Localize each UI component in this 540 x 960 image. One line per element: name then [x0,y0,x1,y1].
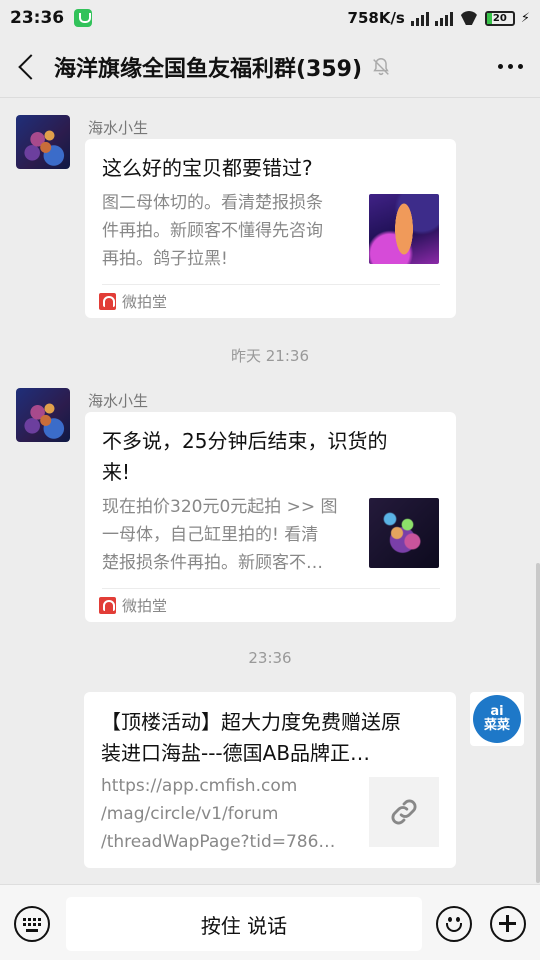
card-desc-line: 一母体，自己缸里拍的! 看清 [102,525,319,545]
link-title-line: 【顶楼活动】超大力度免费赠送原 [101,710,401,734]
card-thumbnail [369,498,439,568]
wifi-icon [459,11,479,25]
link-card[interactable]: 【顶楼活动】超大力度免费赠送原 装进口海盐---德国AB品牌正… https:/… [84,692,456,868]
avatar[interactable] [16,388,70,442]
card-title: 这么好的宝贝都要错过? [102,156,313,180]
avatar-text: 菜菜 [483,718,510,733]
source-label: 微拍堂 [122,597,168,615]
more-options-icon[interactable] [480,36,540,98]
chat-title[interactable]: 海洋旗缘全国鱼友福利群(359) [54,51,362,83]
card-divider [102,284,440,285]
card-thumbnail [369,194,439,264]
status-bar: 23:36 758K/s 20 ⚡ [0,0,540,36]
mute-bell-icon [373,57,389,75]
weipaitang-icon [99,293,116,310]
link-url-line: /mag/circle/v1/forum [101,804,279,824]
status-time: 23:36 [10,8,65,28]
card-title-line: 来! [102,460,131,484]
avatar-logo: ai 菜菜 [473,695,521,743]
status-right: 758K/s 20 ⚡ [348,9,530,27]
card-desc-line: 件再拍。新顾客不懂得先咨询 [102,221,323,241]
battery-icon: 20 [484,10,515,26]
link-icon [391,799,417,825]
link-url-line: /threadWapPage?tid=786… [101,832,336,852]
card-source: 微拍堂 [99,595,167,616]
plus-icon[interactable] [490,906,526,942]
charging-icon: ⚡ [520,10,530,26]
emoji-icon[interactable] [436,906,472,942]
scrollbar[interactable] [536,563,540,883]
avatar-text: ai [490,704,504,719]
card-desc-line: 再拍。鸽子拉黑! [102,249,228,269]
timestamp: 23:36 [248,649,292,667]
my-avatar[interactable]: ai 菜菜 [470,692,524,746]
card-desc-line: 图二母体切的。看清楚报损条 [102,193,323,213]
hold-to-talk-button[interactable]: 按住 说话 [66,897,422,951]
network-speed: 758K/s [347,9,405,27]
card-desc-line: 现在拍价320元0元起拍 >> 图 [102,497,338,517]
input-bar: 按住 说话 [0,884,540,960]
link-title-line: 装进口海盐---德国AB品牌正… [101,741,371,765]
keyboard-icon[interactable] [14,906,50,942]
battery-level: 20 [492,12,507,24]
avatar[interactable] [16,115,70,169]
card-divider [102,588,440,589]
sender-name: 海水小生 [88,392,149,410]
source-label: 微拍堂 [122,293,168,311]
shared-card[interactable]: 不多说，25分钟后结束，识货的 来! 现在拍价320元0元起拍 >> 图 一母体… [85,412,456,622]
chat-header: 海洋旗缘全国鱼友福利群(359) [0,36,540,98]
link-thumbnail [369,777,439,847]
sender-name: 海水小生 [88,119,149,137]
card-desc-line: 楚报损条件再拍。新顾客不… [102,553,323,573]
timestamp: 昨天 21:36 [231,347,309,365]
signal-icon-2 [434,10,453,26]
wechat-notification-icon [74,9,93,27]
signal-icon [410,10,429,26]
shared-card[interactable]: 这么好的宝贝都要错过? 图二母体切的。看清楚报损条 件再拍。新顾客不懂得先咨询 … [85,139,456,318]
card-title-line: 不多说，25分钟后结束，识货的 [102,429,388,453]
card-source: 微拍堂 [99,291,167,312]
weipaitang-icon [99,597,116,614]
back-icon[interactable] [0,36,50,98]
link-url-line: https://app.cmfish.com [101,776,298,796]
